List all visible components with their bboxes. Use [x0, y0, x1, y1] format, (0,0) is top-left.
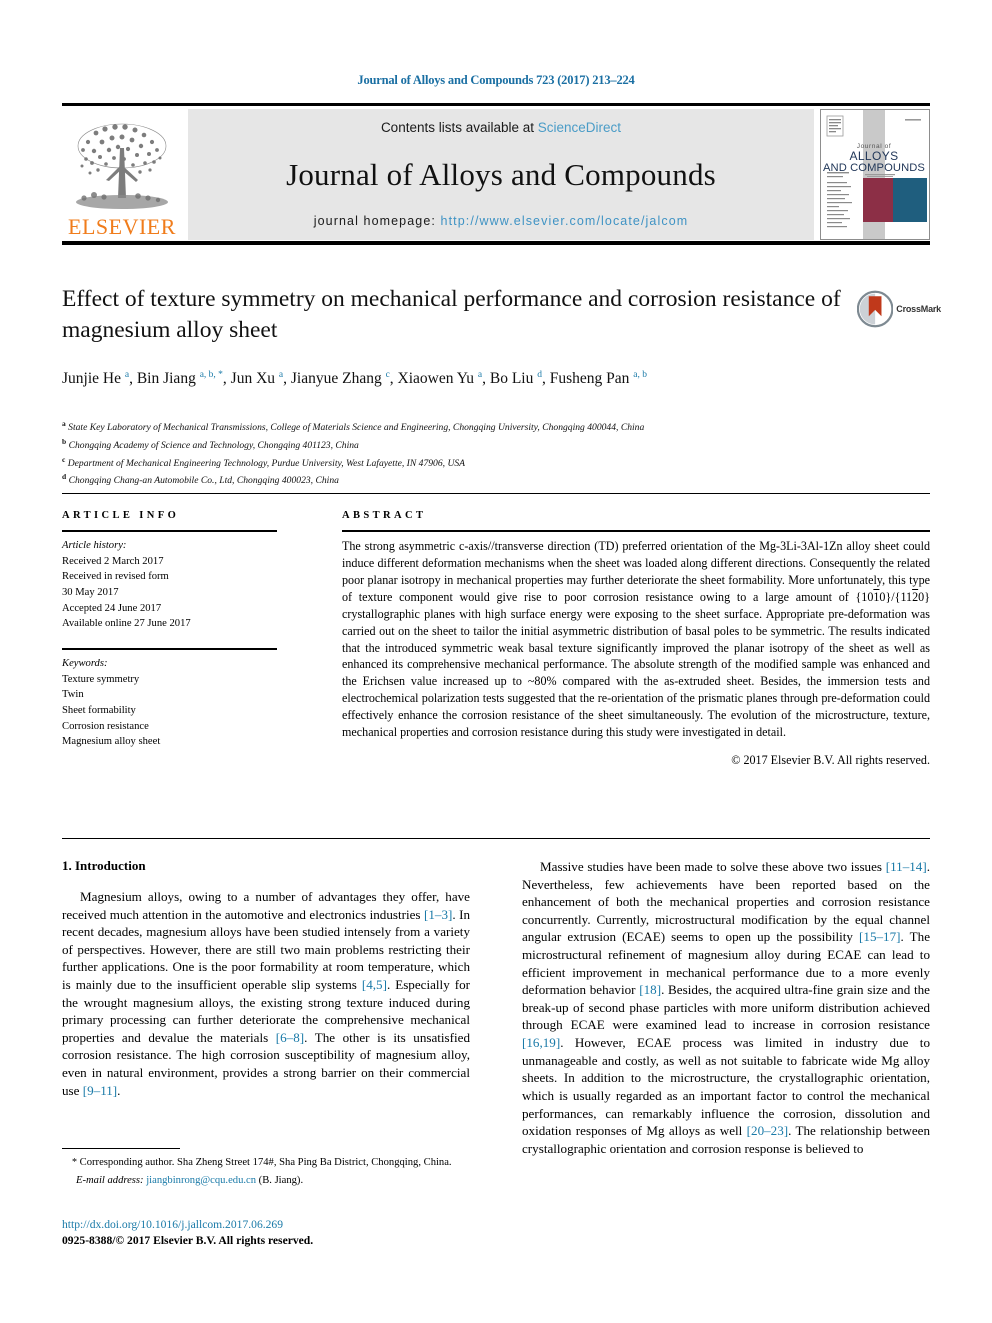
- intro-paragraph-left: Magnesium alloys, owing to a number of a…: [62, 889, 471, 1098]
- keywords-list: Keywords: Texture symmetry Twin Sheet fo…: [62, 656, 277, 750]
- journal-homepage-link[interactable]: http://www.elsevier.com/locate/jalcom: [441, 214, 689, 228]
- keyword-item: Texture symmetry: [62, 673, 140, 685]
- history-item: Available online 27 June 2017: [62, 618, 191, 630]
- affiliation-text: Chongqing Academy of Science and Technol…: [68, 439, 359, 451]
- abstract-heading: ABSTRACT: [342, 510, 427, 521]
- sciencedirect-link[interactable]: ScienceDirect: [538, 120, 621, 135]
- masthead-bottom-rule: [62, 241, 930, 245]
- author-list: Junjie He a, Bin Jiang a, b, *, Jun Xu a…: [62, 368, 862, 391]
- history-item: Received 2 March 2017: [62, 555, 164, 567]
- email-label: E-mail address:: [76, 1175, 144, 1187]
- elsevier-wordmark: ELSEVIER: [68, 214, 176, 239]
- journal-homepage-line: journal homepage: http://www.elsevier.co…: [314, 214, 689, 228]
- affiliation-mark: a: [62, 419, 66, 428]
- abstract-text: The strong asymmetric c-axis//transverse…: [342, 539, 930, 740]
- corresponding-author-text: * Corresponding author. Sha Zheng Street…: [72, 1157, 452, 1168]
- abstract-rule: [342, 530, 930, 532]
- keyword-item: Sheet formability: [62, 705, 136, 717]
- elsevier-logo: ELSEVIER: [62, 109, 182, 240]
- article-info-heading: ARTICLE INFO: [62, 510, 180, 521]
- section-heading-introduction: 1. Introduction: [62, 858, 146, 873]
- article-info-panel: ARTICLE INFO Article history: Received 2…: [62, 510, 277, 750]
- abstract-copyright: © 2017 Elsevier B.V. All rights reserved…: [731, 753, 930, 768]
- affiliation-item: c Department of Mechanical Engineering T…: [62, 454, 942, 472]
- affiliation-mark: b: [62, 436, 67, 446]
- page-title: Effect of texture symmetry on mechanical…: [62, 286, 841, 343]
- page-footer: http://dx.doi.org/10.1016/j.jallcom.2017…: [62, 1217, 482, 1248]
- keywords-label: Keywords:: [62, 658, 108, 670]
- keyword-item: Corrosion resistance: [62, 720, 149, 732]
- corresponding-author-footnote: * Corresponding author. Sha Zheng Street…: [62, 1148, 470, 1188]
- history-item: Accepted 24 June 2017: [62, 602, 162, 614]
- keyword-item: Twin: [62, 689, 84, 701]
- svg-text:ALLOYS: ALLOYS: [849, 149, 898, 163]
- affiliation-item: a State Key Laboratory of Mechanical Tra…: [62, 418, 942, 436]
- keywords-rule: [62, 648, 277, 651]
- elsevier-tree-icon: [76, 123, 168, 209]
- journal-masthead: ELSEVIER Contents lists available at Sci…: [62, 103, 930, 240]
- body-column-right: Massive studies have been made to solve …: [522, 858, 930, 1157]
- affiliation-text: Chongqing Chang-an Automobile Co., Ltd, …: [68, 475, 339, 487]
- intro-paragraph-right: Massive studies have been made to solve …: [522, 859, 931, 1156]
- paper-page: Journal of Alloys and Compounds 723 (201…: [0, 0, 992, 1323]
- crossmark-badge[interactable]: CrossMark: [857, 288, 941, 330]
- cover-art-icon: Journal of ALLOYS AND COMPOUNDS: [821, 110, 927, 239]
- footnote-rule: [62, 1148, 180, 1149]
- contents-prefix: Contents lists available at: [380, 120, 538, 135]
- affiliation-item: d Chongqing Chang-an Automobile Co., Ltd…: [62, 471, 942, 489]
- email-owner: (B. Jiang).: [258, 1175, 304, 1187]
- affiliation-text: State Key Laboratory of Mechanical Trans…: [68, 422, 645, 434]
- journal-title: Journal of Alloys and Compounds: [286, 156, 716, 192]
- doi-link[interactable]: http://dx.doi.org/10.1016/j.jallcom.2017…: [62, 1217, 482, 1233]
- title-block: Effect of texture symmetry on mechanical…: [62, 284, 852, 345]
- info-abstract-bottom-rule: [62, 838, 930, 839]
- issn-copyright-line: 0925-8388/© 2017 Elsevier B.V. All right…: [62, 1233, 314, 1247]
- running-head: Journal of Alloys and Compounds 723 (201…: [357, 73, 635, 87]
- homepage-prefix: journal homepage:: [313, 214, 441, 228]
- journal-cover-thumbnail: Journal of ALLOYS AND COMPOUNDS: [820, 109, 930, 240]
- masthead-top-rule: [62, 103, 930, 106]
- affiliation-mark: d: [62, 472, 67, 482]
- history-item: 30 May 2017: [62, 587, 119, 599]
- article-history-label: Article history:: [62, 540, 127, 551]
- affiliation-mark: c: [62, 454, 66, 464]
- article-history: Article history: Received 2 March 2017 R…: [62, 538, 277, 632]
- body-column-left: 1. Introduction Magnesium alloys, owing …: [62, 858, 470, 1099]
- crossmark-label: CrossMark: [896, 304, 941, 314]
- masthead-center: Contents lists available at ScienceDirec…: [188, 109, 814, 240]
- info-abstract-top-rule: [62, 493, 930, 494]
- abstract-panel: ABSTRACT The strong asymmetric c-axis//t…: [342, 510, 930, 768]
- crossmark-icon: [857, 290, 894, 328]
- affiliation-item: b Chongqing Academy of Science and Techn…: [62, 436, 942, 454]
- email-line: E-mail address: jiangbinrong@cqu.edu.cn …: [62, 1173, 470, 1188]
- article-info-rule: [62, 530, 277, 532]
- email-link[interactable]: jiangbinrong@cqu.edu.cn: [146, 1175, 256, 1186]
- keyword-item: Magnesium alloy sheet: [62, 736, 161, 748]
- history-item: Received in revised form: [62, 571, 169, 583]
- authors-text: Junjie He a, Bin Jiang a, b, *, Jun Xu a…: [62, 370, 648, 388]
- affiliation-list: a State Key Laboratory of Mechanical Tra…: [62, 418, 942, 489]
- affiliation-text: Department of Mechanical Engineering Tec…: [67, 457, 466, 469]
- contents-lists-line: Contents lists available at ScienceDirec…: [381, 120, 621, 135]
